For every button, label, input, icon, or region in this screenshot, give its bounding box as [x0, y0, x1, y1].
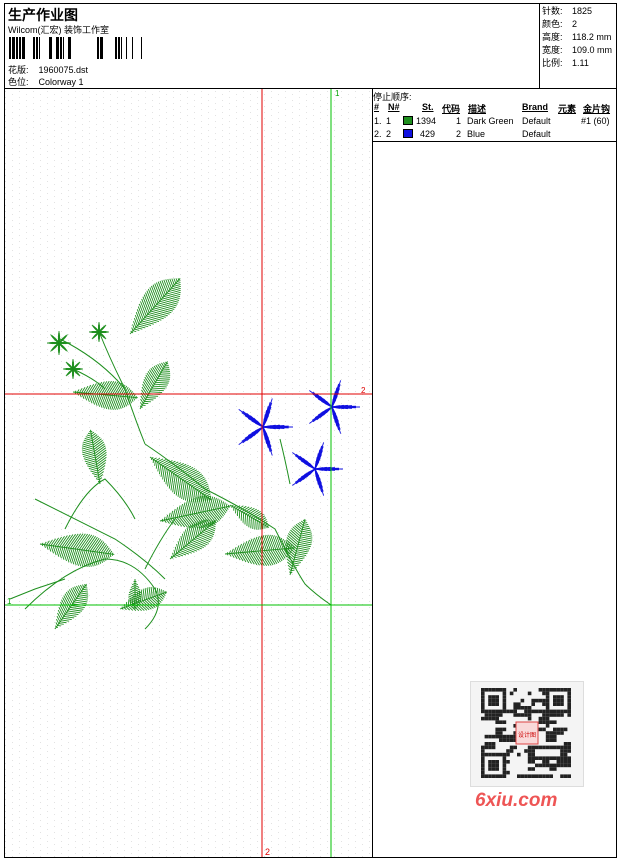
design-canvas[interactable]: 1 1 2 2 — [5, 89, 373, 857]
embroidery-preview: 1 1 2 2 — [5, 89, 372, 857]
row-description: Blue — [467, 129, 486, 139]
width-value: 109.0 mm — [572, 45, 613, 55]
row-needle: 1 — [386, 116, 392, 126]
col-sequin: 金片钩 — [583, 104, 611, 114]
row-needle: 2 — [386, 129, 392, 139]
colorway-label: 色位: — [8, 77, 29, 87]
height-stat: 高度: 118.2 mm — [542, 31, 617, 44]
marker-1-top: 1 — [335, 89, 340, 98]
row-index: 2. — [374, 129, 382, 139]
scale-stat: 比例: 1.11 — [542, 57, 617, 70]
scale-label: 比例: — [542, 58, 563, 68]
marker-1-left: 1 — [7, 597, 12, 606]
qr-badge: 设计图 — [518, 731, 536, 739]
stats-panel: 针数: 1825 颜色: 2 高度: 118.2 mm 宽度: 109.0 mm 比例:… — [539, 3, 617, 89]
height-label: 高度: — [542, 32, 563, 42]
colorway-value: Colorway 1 — [38, 77, 84, 87]
width-stat: 宽度: 109.0 mm — [542, 44, 617, 57]
bud-star-3 — [63, 359, 83, 379]
row-code: 1 — [456, 116, 462, 126]
row-sequin: #1 (60) — [581, 116, 610, 126]
stitches-value: 1825 — [572, 6, 593, 16]
row-description: Dark Green — [467, 116, 514, 126]
watermark-logo: 6xiu.com — [475, 790, 558, 811]
col-code: 代码 — [442, 104, 461, 114]
sequence-row[interactable]: 1. 1 1394 1 Dark Green Default #1 (60) — [372, 116, 616, 129]
row-code: 2 — [456, 129, 462, 139]
col-brand: Brand — [522, 102, 549, 112]
scale-value: 1.11 — [572, 58, 589, 68]
col-stitches: St. — [422, 102, 434, 112]
row-index: 1. — [374, 116, 382, 126]
col-needle: N# — [388, 102, 400, 112]
col-index: # — [374, 102, 380, 112]
sequence-title: 停止顺序: — [373, 92, 412, 102]
design-value: 1960075.dst — [38, 65, 89, 75]
col-element: 元素 — [558, 104, 577, 114]
width-label: 宽度: — [542, 45, 563, 55]
col-description: 描述 — [468, 104, 487, 114]
row-brand: Default — [522, 129, 551, 139]
sequence-columns: # N# St. 代码 描述 Brand 元素 金片钩 — [372, 102, 616, 116]
stitches-label: 针数: — [542, 6, 563, 16]
row-brand: Default — [522, 116, 551, 126]
marker-2-right: 2 — [361, 386, 366, 395]
qr-code[interactable]: 设计图 — [470, 681, 584, 787]
barcode — [9, 37, 142, 59]
colors-stat: 颜色: 2 — [542, 18, 617, 31]
row-stitches: 429 — [420, 129, 436, 139]
thread-swatch-blue — [403, 129, 413, 138]
row-stitches: 1394 — [416, 116, 437, 126]
bud-star-2 — [89, 322, 109, 342]
page-title: 生产作业图 — [8, 7, 78, 23]
colors-value: 2 — [572, 19, 578, 29]
bud-star-1 — [47, 331, 71, 355]
height-value: 118.2 mm — [572, 32, 612, 42]
marker-2-bottom: 2 — [265, 847, 270, 857]
colorway-row: 色位: Colorway 1 — [8, 75, 84, 88]
studio-name: Wilcom(汇宏) 装饰工作室 — [8, 25, 109, 35]
header: 生产作业图 Wilcom(汇宏) 装饰工作室 花版: 1960075.dst 色… — [4, 3, 617, 89]
sequence-divider — [372, 141, 616, 142]
stitches-stat: 针数: 1825 — [542, 5, 617, 18]
thread-swatch-green — [403, 116, 413, 125]
colors-label: 颜色: — [542, 19, 563, 29]
